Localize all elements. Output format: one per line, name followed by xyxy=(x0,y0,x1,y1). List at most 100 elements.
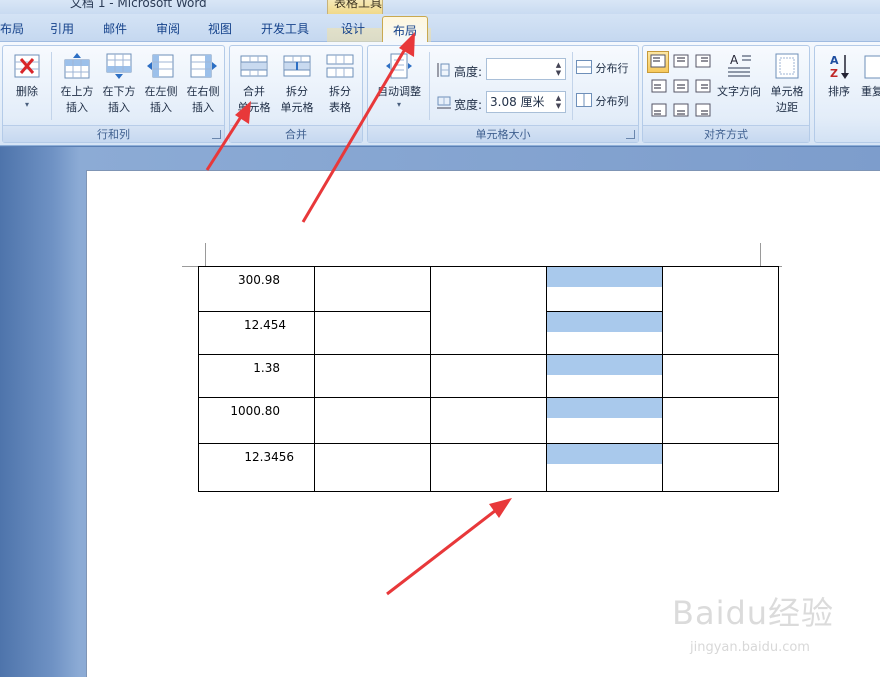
tab-mailings[interactable]: 邮件 xyxy=(103,20,127,37)
group-label-alignment: 对齐方式 xyxy=(643,125,809,142)
table-cell[interactable] xyxy=(546,443,663,492)
table-cell[interactable] xyxy=(314,443,431,492)
watermark-logo: Baidu经验 xyxy=(672,594,835,632)
table-cell[interactable] xyxy=(546,354,663,398)
align-middle-left-icon[interactable] xyxy=(649,77,669,97)
delete-table-icon xyxy=(14,54,40,78)
table-cell[interactable] xyxy=(314,354,431,398)
sort-icon: A Z xyxy=(830,54,849,80)
align-top-center-icon[interactable] xyxy=(671,52,691,72)
split-table-label-1: 拆分 xyxy=(329,85,351,98)
repeat-header-button[interactable]: 重复 xyxy=(861,84,880,100)
column-width-icon xyxy=(437,96,451,109)
split-cells-button[interactable]: 拆分 单元格 xyxy=(276,52,318,116)
insert-row-below-icon xyxy=(106,53,132,79)
tab-developer[interactable]: 开发工具 xyxy=(261,20,309,37)
table-cell[interactable]: 12.454 xyxy=(198,311,315,355)
height-field[interactable]: ▲ ▼ xyxy=(486,58,566,80)
dialog-launcher-icon[interactable] xyxy=(626,130,635,139)
sort-button[interactable]: A Z 排序 xyxy=(821,52,857,100)
align-top-right-icon[interactable] xyxy=(693,52,713,72)
align-middle-right-icon[interactable] xyxy=(693,77,713,97)
align-middle-center-icon[interactable] xyxy=(671,77,691,97)
table-cell[interactable] xyxy=(430,397,547,444)
tab-layout-page[interactable]: 布局 xyxy=(0,20,24,37)
tab-review[interactable]: 审阅 xyxy=(156,20,180,37)
table-cell[interactable] xyxy=(430,443,547,492)
table-cell[interactable] xyxy=(546,311,663,355)
cell-margins-button[interactable]: 单元格 边距 xyxy=(767,52,807,116)
ribbon-tabs: 布局 引用 邮件 审阅 视图 开发工具 设计 布局 xyxy=(0,14,880,56)
table-cell[interactable]: 300.98 xyxy=(198,266,315,312)
height-spinner-icon[interactable]: ▲ ▼ xyxy=(554,61,563,77)
table-cell[interactable] xyxy=(546,266,663,312)
table-cell[interactable] xyxy=(662,443,779,492)
dialog-launcher-icon[interactable] xyxy=(212,130,221,139)
cell-margins-icon xyxy=(775,53,799,79)
crop-mark xyxy=(760,243,761,267)
align-bottom-left-icon[interactable] xyxy=(649,101,669,121)
table-cell[interactable]: 1.38 xyxy=(198,354,315,398)
table-cell[interactable] xyxy=(314,311,431,355)
tab-references[interactable]: 引用 xyxy=(50,20,74,37)
align-top-left-icon xyxy=(650,54,666,68)
distribute-cols-button[interactable]: 分布列 xyxy=(576,93,638,110)
table-cell[interactable] xyxy=(430,354,547,398)
table-cell-merged[interactable] xyxy=(662,266,779,355)
insert-column-right-icon xyxy=(190,54,217,78)
split-table-icon xyxy=(326,54,354,78)
width-field[interactable]: 3.08 厘米 ▲ ▼ xyxy=(486,91,566,113)
document-table[interactable]: 300.98 12.454 1.38 1000.80 12.3456 xyxy=(198,266,779,492)
table-cell[interactable] xyxy=(314,266,431,312)
split-table-button[interactable]: 拆分 表格 xyxy=(320,52,360,116)
table-cell[interactable]: 12.3456 xyxy=(198,443,315,492)
merge-cells-button[interactable]: 合并 单元格 xyxy=(234,52,274,116)
cell-margins-label-2: 边距 xyxy=(776,101,798,114)
split-cells-label-1: 拆分 xyxy=(286,85,308,98)
tab-layout-table[interactable]: 布局 xyxy=(382,16,429,43)
cell-value: 1000.80 xyxy=(230,404,280,418)
distribute-rows-button[interactable]: 分布行 xyxy=(576,60,638,77)
align-bottom-center-icon[interactable] xyxy=(671,101,691,121)
autofit-label: 自动调整 xyxy=(377,85,421,98)
tab-view[interactable]: 视图 xyxy=(208,20,232,37)
table-cell[interactable] xyxy=(546,397,663,444)
insert-right-label-1: 在右侧 xyxy=(186,85,220,98)
sort-label: 排序 xyxy=(828,85,850,98)
distribute-cols-label: 分布列 xyxy=(595,95,629,108)
insert-above-label-2: 插入 xyxy=(66,101,88,114)
insert-above-label-1: 在上方 xyxy=(60,85,94,98)
selection-highlight xyxy=(547,444,662,464)
height-label: 高度: xyxy=(454,65,483,79)
width-spinner-icon[interactable]: ▲ ▼ xyxy=(554,94,563,110)
table-row: 300.98 xyxy=(198,266,779,355)
merge-cells-icon xyxy=(240,55,268,77)
insert-right-button[interactable]: 在右侧 插入 xyxy=(183,52,223,116)
table-cell[interactable]: 1000.80 xyxy=(198,397,315,444)
text-direction-button[interactable]: A 文字方向 xyxy=(713,52,765,100)
delete-button[interactable]: 删除 ▾ xyxy=(9,52,45,110)
context-tab-group: 表格工具 xyxy=(327,0,383,14)
table-cell[interactable] xyxy=(662,397,779,444)
cell-value: 300.98 xyxy=(238,273,280,287)
chevron-down-icon: ▾ xyxy=(24,100,29,109)
table-cell-merged[interactable] xyxy=(430,266,547,355)
table-cell[interactable] xyxy=(662,354,779,398)
ribbon: 删除 ▾ 在上方 插入 在下方 插入 在左侧 插入 在右侧 插入 行和列 合并 … xyxy=(0,42,880,146)
align-top-left-button[interactable] xyxy=(647,51,669,73)
repeat-header-rows-icon xyxy=(864,55,880,79)
insert-below-button[interactable]: 在下方 插入 xyxy=(99,52,139,116)
align-bottom-right-icon[interactable] xyxy=(693,101,713,121)
crop-mark xyxy=(205,243,206,267)
insert-left-button[interactable]: 在左侧 插入 xyxy=(141,52,181,116)
split-table-label-2: 表格 xyxy=(329,101,351,114)
table-cell[interactable] xyxy=(314,397,431,444)
cell-margins-label-1: 单元格 xyxy=(770,85,804,98)
selection-highlight xyxy=(547,398,662,418)
tab-design[interactable]: 设计 xyxy=(341,20,365,37)
insert-above-button[interactable]: 在上方 插入 xyxy=(57,52,97,116)
insert-below-label-2: 插入 xyxy=(108,101,130,114)
group-cell-size: 自动调整 ▾ 高度: ▲ ▼ 宽度: 3.08 厘米 ▲ ▼ 分布行 分布列 单… xyxy=(367,45,639,143)
text-direction-icon: A xyxy=(728,53,751,77)
autofit-button[interactable]: 自动调整 ▾ xyxy=(372,52,426,110)
